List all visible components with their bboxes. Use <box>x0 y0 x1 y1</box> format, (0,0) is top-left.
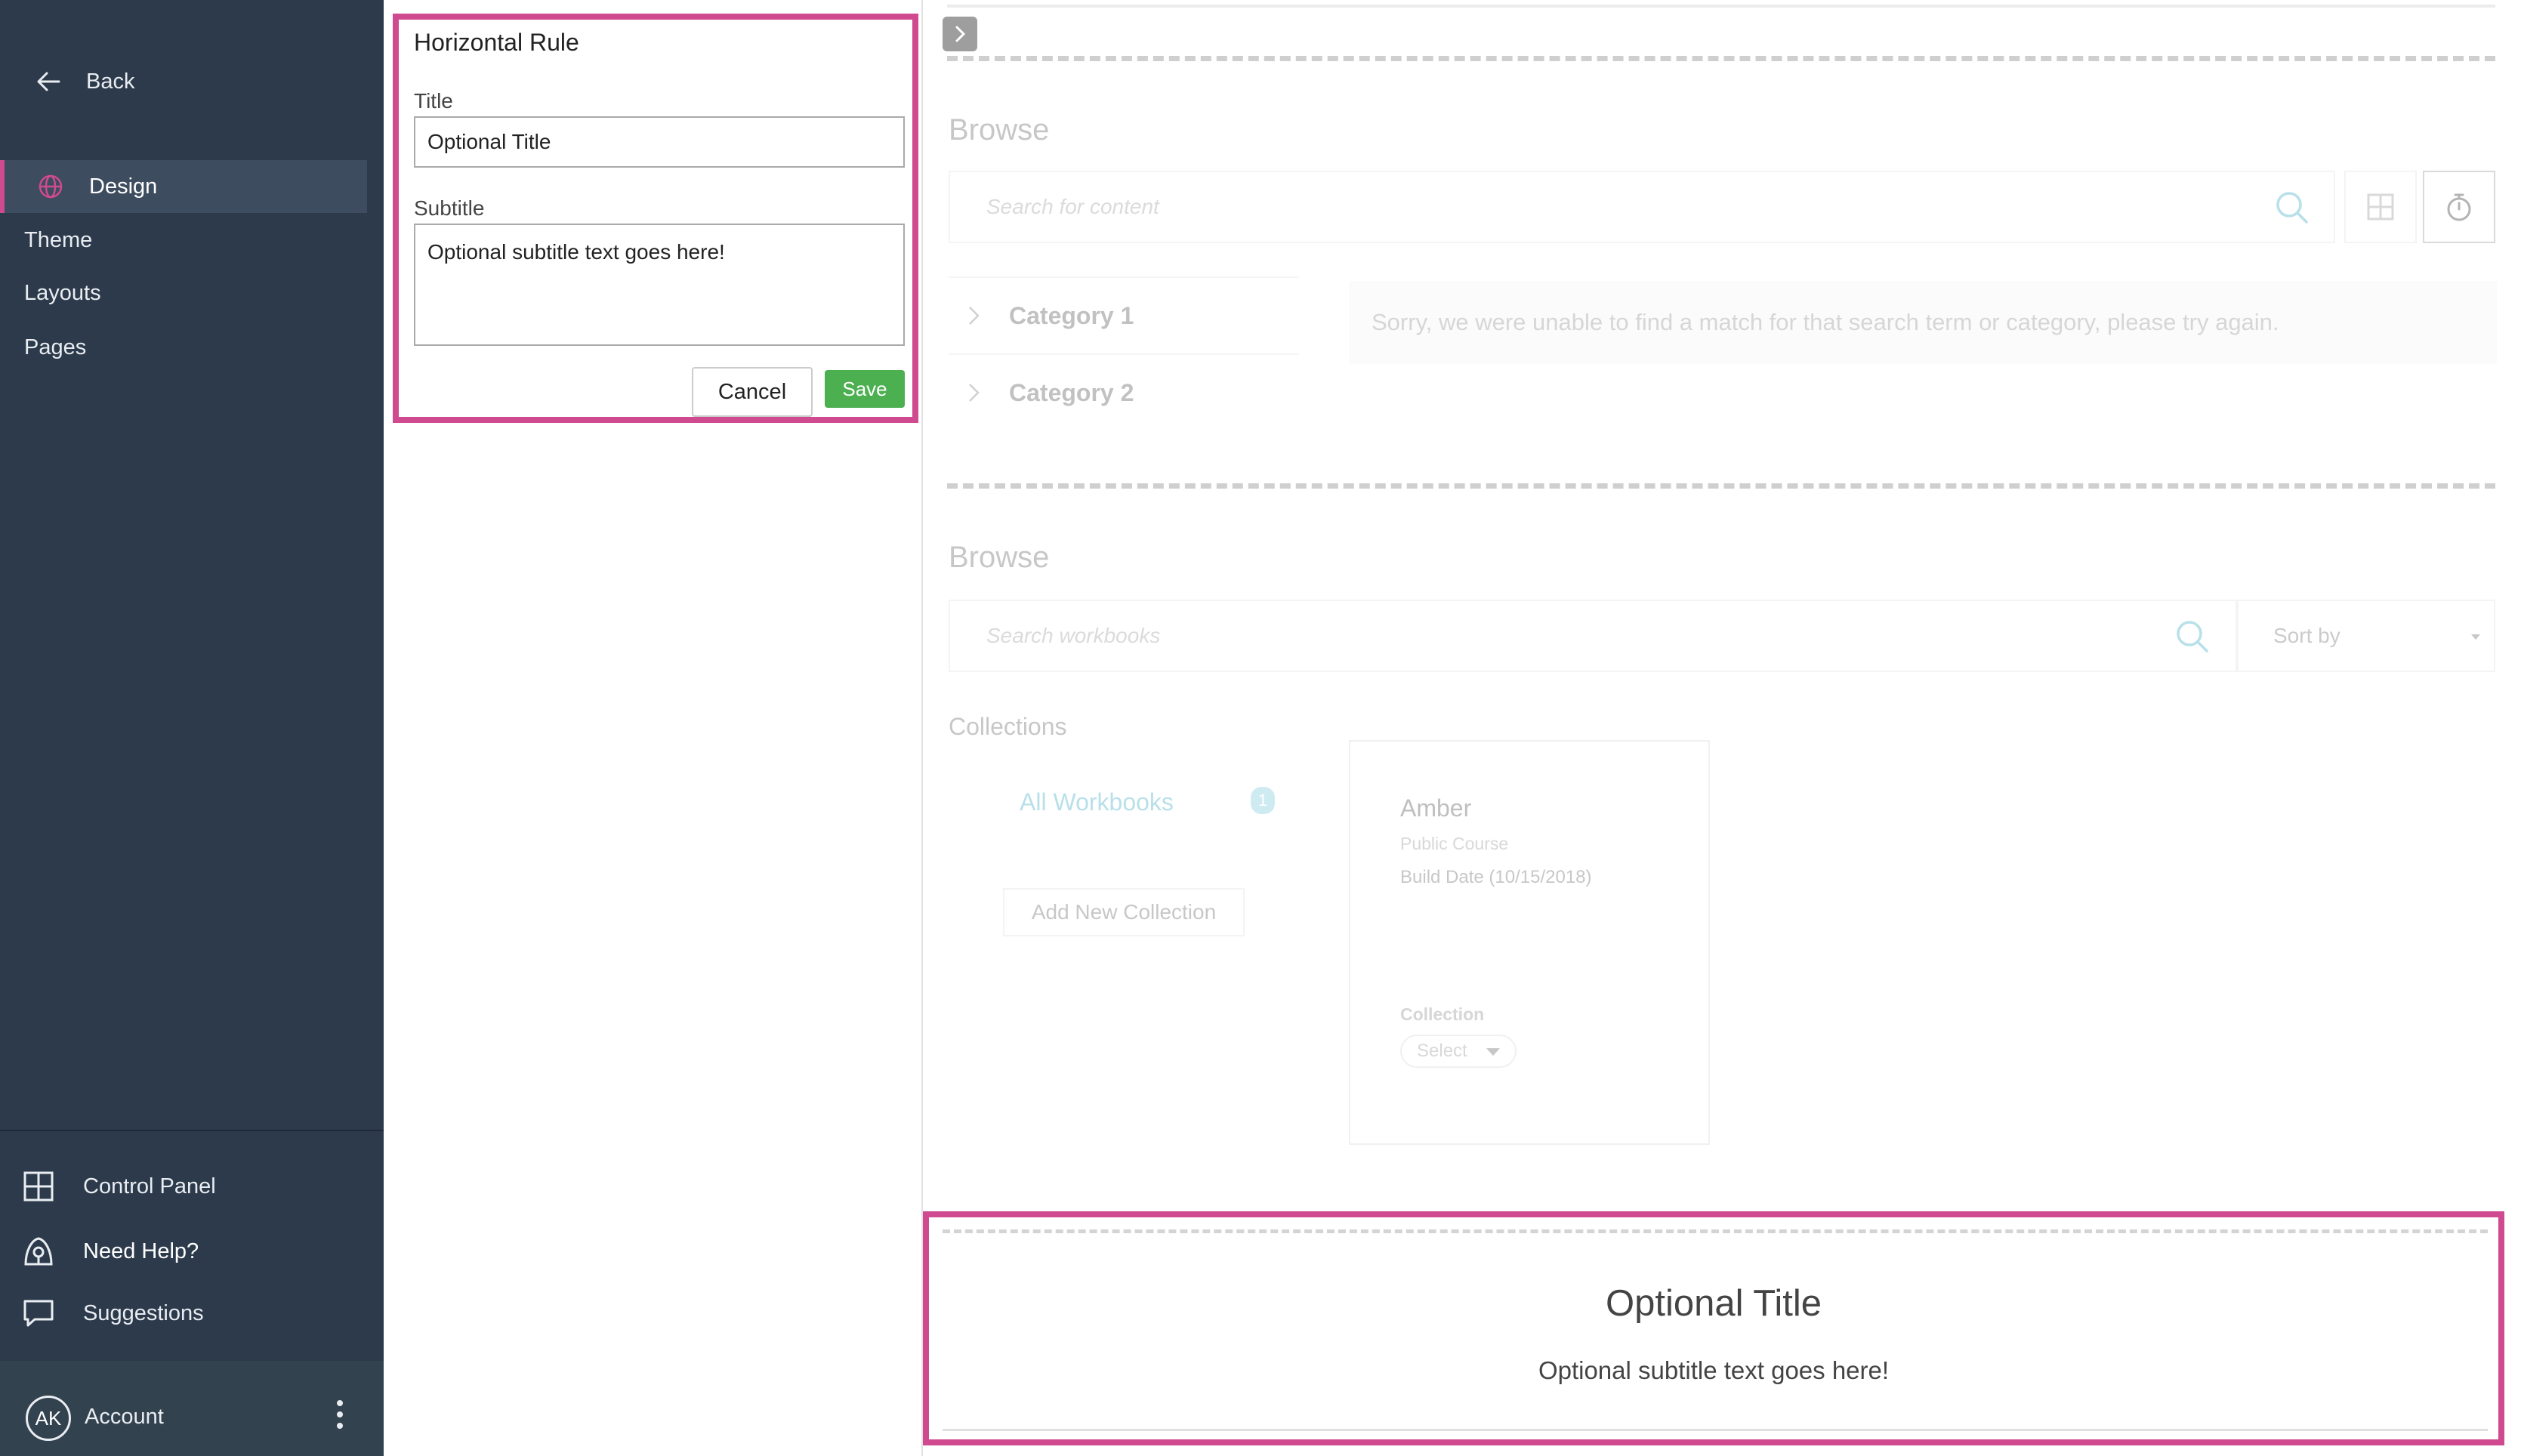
preview-title: Optional Title <box>1606 1283 1822 1324</box>
save-button[interactable]: Save <box>825 370 905 408</box>
category-row[interactable]: Category 1 <box>949 276 1299 353</box>
need-help-link[interactable]: Need Help? <box>21 1234 199 1269</box>
suggestions-label: Suggestions <box>83 1300 204 1325</box>
sidebar-item-label: Design <box>89 174 158 199</box>
no-match-message: Sorry, we were unable to find a match fo… <box>1349 281 2497 364</box>
grid-view-button[interactable] <box>2344 171 2417 243</box>
editor-heading: Horizontal Rule <box>414 29 579 56</box>
sidebar-item-pages[interactable]: Pages <box>24 335 86 360</box>
collection-select[interactable]: Select <box>1400 1035 1517 1068</box>
avatar[interactable]: AK <box>26 1396 71 1441</box>
horizontal-rule-preview[interactable]: Optional Title Optional subtitle text go… <box>923 1211 2504 1445</box>
account-label[interactable]: Account <box>85 1405 164 1430</box>
timer-button[interactable] <box>2423 171 2495 243</box>
sort-by-select[interactable]: Sort by <box>2237 600 2495 672</box>
subtitle-label: Subtitle <box>414 196 485 220</box>
grid-view-icon <box>2367 193 2394 221</box>
collections-label: Collections <box>949 713 1067 740</box>
title-input[interactable] <box>414 116 905 168</box>
sidebar-item-theme[interactable]: Theme <box>24 228 92 253</box>
search-icon[interactable] <box>2174 618 2211 656</box>
count-badge: 1 <box>1251 787 1275 814</box>
control-panel-label: Control Panel <box>83 1174 216 1198</box>
category-label: Category 2 <box>1009 378 1134 406</box>
browse-title: Browse <box>949 541 1050 574</box>
chevron-right-icon <box>955 26 966 42</box>
help-icon <box>24 1237 53 1266</box>
preview-subtitle: Optional subtitle text goes here! <box>1538 1356 1890 1384</box>
sidebar-item-layouts[interactable]: Layouts <box>24 281 101 306</box>
caret-down-icon <box>1486 1048 1500 1056</box>
control-panel-link[interactable]: Control Panel <box>21 1169 216 1204</box>
horizontal-rule-editor: Horizontal Rule Title Subtitle Optional … <box>393 14 918 423</box>
stopwatch-icon <box>2447 193 2471 221</box>
caret-down-icon <box>2471 634 2480 640</box>
top-strip <box>947 0 2495 8</box>
chevron-right-icon <box>969 307 980 325</box>
suggestions-link[interactable]: Suggestions <box>21 1296 204 1331</box>
workbook-search-placeholder: Search workbooks <box>986 624 1161 647</box>
preview-bottom-border <box>943 1429 2488 1431</box>
search-icon[interactable] <box>2273 189 2311 227</box>
arrow-left-icon <box>37 72 60 91</box>
category-row[interactable]: Category 2 <box>949 353 1299 430</box>
section-divider <box>947 483 2495 489</box>
browse-title: Browse <box>949 113 1050 147</box>
expand-panel-button[interactable] <box>943 17 977 51</box>
need-help-label: Need Help? <box>83 1239 199 1263</box>
add-collection-button[interactable]: Add New Collection <box>1003 888 1245 936</box>
collection-select-value: Select <box>1417 1041 1467 1061</box>
subtitle-textarea[interactable]: Optional subtitle text goes here! <box>414 224 905 346</box>
back-link[interactable]: Back <box>33 66 134 97</box>
horizontal-rule-line <box>943 1229 2488 1233</box>
speech-bubble-icon <box>23 1300 54 1327</box>
globe-icon <box>39 174 63 199</box>
collection-label: Collection <box>1400 1004 1485 1024</box>
sidebar: Back Design Theme Layouts Pages Control … <box>0 0 384 1456</box>
content-search-placeholder: Search for content <box>986 195 1159 218</box>
back-label: Back <box>86 69 135 94</box>
workbook-type: Public Course <box>1400 834 1509 853</box>
section-divider <box>947 56 2495 61</box>
kebab-menu-icon[interactable] <box>332 1400 347 1435</box>
all-workbooks-link[interactable]: All Workbooks <box>1020 788 1174 816</box>
title-label: Title <box>414 89 453 113</box>
grid-icon <box>23 1171 54 1202</box>
sidebar-item-design[interactable]: Design <box>0 160 367 213</box>
workbook-name: Amber <box>1400 794 1472 822</box>
category-label: Category 1 <box>1009 301 1134 329</box>
workbook-card[interactable]: Amber Public Course Build Date (10/15/20… <box>1349 740 1710 1145</box>
workbook-build-date: Build Date (10/15/2018) <box>1400 867 1592 887</box>
chevron-right-icon <box>969 384 980 402</box>
sort-by-label: Sort by <box>2273 624 2340 647</box>
cancel-button[interactable]: Cancel <box>692 367 813 417</box>
sidebar-divider <box>0 1130 384 1131</box>
